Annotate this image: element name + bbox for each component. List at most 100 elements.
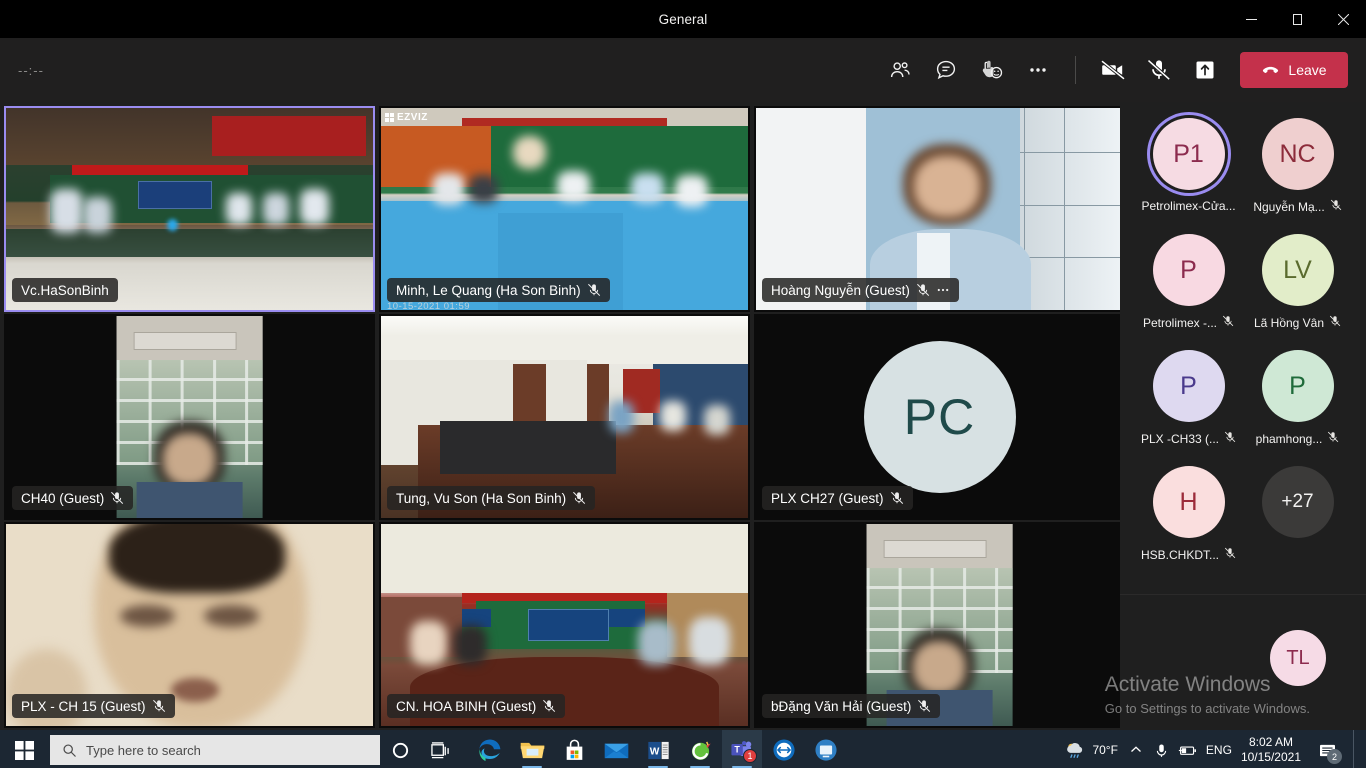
meeting-timer: --:-- — [18, 62, 44, 78]
camera-toggle-button[interactable] — [1092, 50, 1134, 90]
participant-cell[interactable]: LV Lã Hồng Vân — [1243, 234, 1352, 330]
mic-muted-icon — [916, 283, 930, 297]
microphone-toggle-button[interactable] — [1138, 50, 1180, 90]
participant-nameplate: Hoàng Nguyễn (Guest) — [762, 278, 959, 302]
taskbar-apps: W T 1 — [470, 730, 846, 768]
language-indicator[interactable]: ENG — [1206, 743, 1232, 757]
video-tile[interactable]: CH40 (Guest) — [4, 314, 375, 520]
battery-icon — [1178, 745, 1196, 755]
taskbar-clock[interactable]: 8:02 AM 10/15/2021 — [1241, 735, 1301, 764]
microphone-off-icon — [1147, 59, 1171, 81]
task-view-button[interactable] — [420, 730, 460, 768]
mic-muted-icon — [917, 699, 931, 713]
participant-avatar: LV — [1261, 234, 1334, 306]
video-tile[interactable]: CN. HOA BINH (Guest) — [379, 522, 750, 728]
participant-nameplate: CH40 (Guest) — [12, 486, 134, 510]
video-tile[interactable]: bĐặng Văn Hải (Guest) — [754, 522, 1125, 728]
video-tile[interactable]: PLX - CH 15 (Guest) — [4, 522, 375, 728]
share-screen-icon — [1196, 61, 1214, 79]
mic-muted-icon — [152, 699, 165, 712]
mic-muted-icon — [110, 491, 124, 505]
start-button[interactable] — [0, 730, 48, 768]
more-horizontal-icon — [937, 288, 949, 292]
participant-nameplate: CN. HOA BINH (Guest) — [387, 694, 566, 718]
people-icon — [890, 62, 910, 78]
minimize-button[interactable] — [1228, 0, 1274, 38]
participant-cell[interactable]: NC Nguyễn Mạ... — [1243, 118, 1352, 214]
participant-avatar: P — [1152, 234, 1225, 306]
participant-name: HSB.CHKDT... — [1140, 547, 1219, 562]
participant-name: phamhong... — [1255, 431, 1323, 446]
participant-rail: P1 Petrolimex-Cửa... NC Nguyễn Mạ... P P… — [1120, 102, 1366, 730]
ezviz-logo-icon — [385, 113, 394, 122]
participant-nameplate: Vc.HaSonBinh — [12, 278, 118, 302]
video-tile[interactable]: EZVIZ 10-15-2021 01:59 Minh, Le Quang (H… — [379, 106, 750, 312]
video-grid: Vc.HaSonBinh EZVIZ 10-15-2021 01:59 Minh… — [0, 102, 1125, 730]
meeting-controls: Leave — [879, 50, 1348, 90]
share-content-button[interactable] — [1184, 50, 1226, 90]
mic-muted-icon — [890, 491, 903, 504]
reactions-button[interactable] — [971, 50, 1013, 90]
participant-avatar: +27 — [1261, 466, 1334, 538]
participant-name: Vc.HaSonBinh — [21, 282, 109, 298]
taskbar-app-unikey[interactable] — [680, 730, 720, 768]
clock-date: 10/15/2021 — [1240, 750, 1301, 764]
participant-name-row: Lã Hồng Vân — [1254, 315, 1341, 330]
participant-cell[interactable]: P phamhong... — [1243, 350, 1352, 446]
taskbar-app-file-explorer[interactable] — [512, 730, 552, 768]
participant-overflow-cell[interactable]: +27 — [1243, 466, 1352, 562]
microphone-icon — [1156, 744, 1167, 757]
tray-overflow-button[interactable] — [1127, 744, 1145, 756]
chat-button[interactable] — [925, 50, 967, 90]
close-button[interactable] — [1320, 0, 1366, 38]
taskbar-app-microsoft-store[interactable] — [554, 730, 594, 768]
unikey-icon — [691, 740, 711, 760]
floating-avatar[interactable]: TL — [1270, 630, 1326, 686]
video-tile[interactable]: Tung, Vu Son (Ha Son Binh) — [379, 314, 750, 520]
participant-cell[interactable]: P1 Petrolimex-Cửa... — [1134, 118, 1243, 214]
notification-center-button[interactable]: 2 — [1310, 730, 1344, 768]
more-actions-button[interactable] — [1017, 50, 1059, 90]
participant-name: bĐặng Văn Hải (Guest) — [771, 698, 912, 714]
show-desktop-button[interactable] — [1353, 730, 1360, 768]
taskbar-app-mail[interactable] — [596, 730, 636, 768]
taskbar-search-box[interactable]: Type here to search — [50, 735, 380, 765]
taskbar-app-teams[interactable]: T 1 — [722, 730, 762, 768]
participant-name: CN. HOA BINH (Guest) — [396, 698, 537, 714]
meeting-toolbar: --:-- Leave — [0, 38, 1366, 102]
tray-battery-icon-button[interactable] — [1178, 744, 1197, 757]
participant-nameplate: Tung, Vu Son (Ha Son Binh) — [387, 486, 596, 510]
video-tile[interactable]: Vc.HaSonBinh — [4, 106, 375, 312]
participant-name: Minh, Le Quang (Ha Son Binh) — [396, 282, 581, 298]
restore-button[interactable] — [1274, 0, 1320, 38]
leave-button[interactable]: Leave — [1240, 52, 1348, 88]
meeting-stage: Vc.HaSonBinh EZVIZ 10-15-2021 01:59 Minh… — [0, 102, 1366, 730]
participant-cell[interactable]: H HSB.CHKDT... — [1134, 466, 1243, 562]
video-tile[interactable]: Hoàng Nguyễn (Guest) — [754, 106, 1125, 312]
participant-name-row: phamhong... — [1256, 431, 1340, 446]
tray-microphone-icon-button[interactable] — [1154, 743, 1169, 758]
camera-brand-label: EZVIZ — [397, 112, 428, 123]
participant-cell[interactable]: P PLX -CH33 (... — [1134, 350, 1243, 446]
participant-avatar: P — [1152, 350, 1225, 422]
participants-button[interactable] — [879, 50, 921, 90]
chat-bubble-icon — [936, 60, 956, 80]
tile-more-options-button[interactable] — [936, 283, 950, 297]
leave-button-label: Leave — [1288, 62, 1327, 78]
mic-muted-icon — [1224, 547, 1236, 562]
participant-cell[interactable]: P Petrolimex -... — [1134, 234, 1243, 330]
taskbar-app-remote-desktop[interactable] — [806, 730, 846, 768]
taskbar-app-teamviewer[interactable] — [764, 730, 804, 768]
video-tile[interactable]: PC PLX CH27 (Guest) — [754, 314, 1125, 520]
weather-temperature: 70°F — [1092, 743, 1118, 757]
cortana-button[interactable] — [380, 730, 420, 768]
taskbar-app-word[interactable]: W — [638, 730, 678, 768]
taskbar-search-placeholder: Type here to search — [86, 742, 201, 758]
tile-video-frame — [116, 316, 263, 518]
window-title: General — [658, 11, 708, 27]
camera-timestamp: 10-15-2021 01:59 — [387, 301, 471, 312]
chevron-up-icon — [1130, 746, 1141, 752]
taskbar-app-edge[interactable] — [470, 730, 510, 768]
mic-muted-icon — [890, 491, 904, 505]
weather-widget[interactable]: 70°F — [1064, 741, 1118, 759]
